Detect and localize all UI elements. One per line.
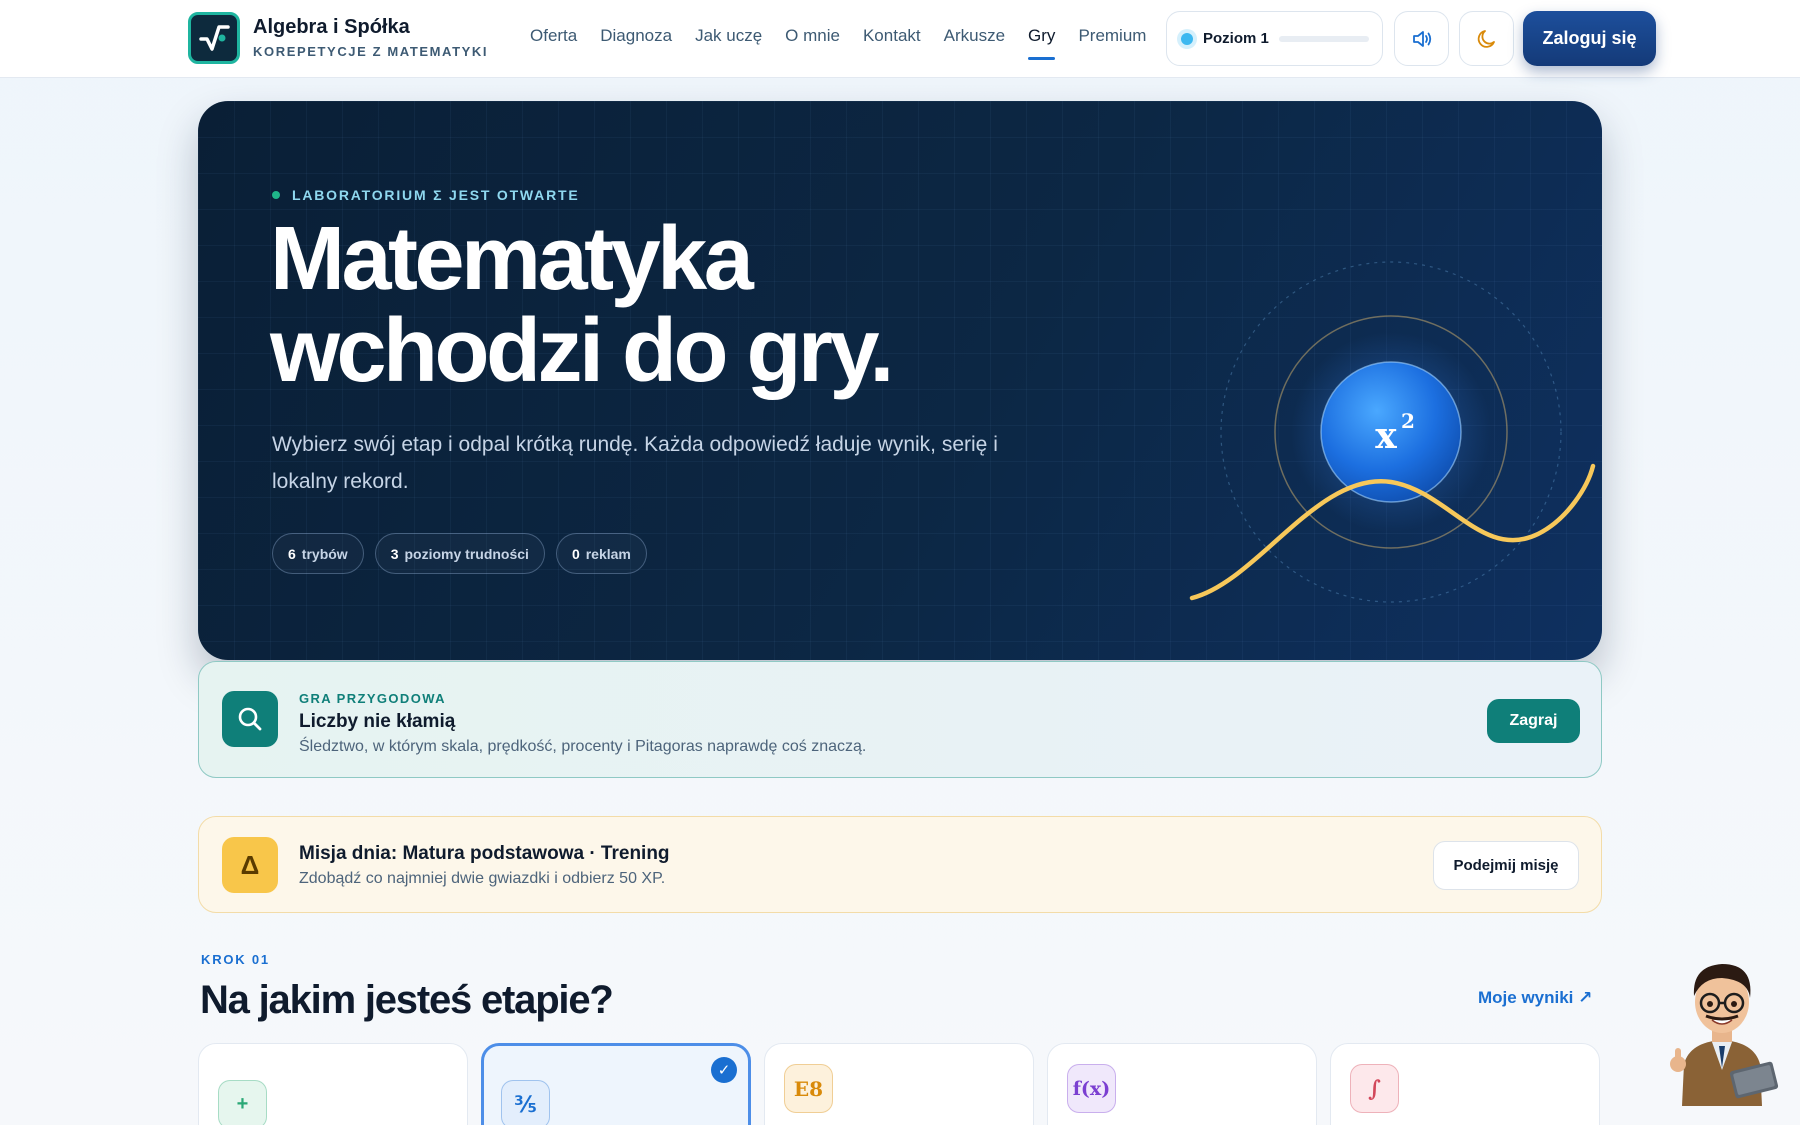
stat-number: 0 — [571, 545, 580, 562]
mission-title: Misja dnia: Matura podstawowa · Trening — [299, 843, 670, 864]
stat-label: trybów — [301, 545, 348, 562]
hero-eyebrow-text: LABORATORIUM Σ JEST OTWARTE — [292, 187, 580, 203]
accept-mission-button[interactable]: Podejmij misję — [1433, 841, 1579, 890]
exam-e8-icon: E8 — [784, 1064, 833, 1113]
search-icon — [222, 691, 278, 747]
delta-icon: Δ — [222, 837, 278, 893]
stat-pill-modes: 6 trybów — [272, 533, 364, 574]
login-button[interactable]: Zaloguj się — [1523, 11, 1656, 66]
tutor-mascot-illustration[interactable] — [1662, 946, 1788, 1106]
stat-pill-levels: 3 poziomy trudności — [374, 533, 545, 574]
hero-title-line2: wchodzi do gry. — [270, 301, 894, 401]
status-dot-icon — [272, 191, 280, 199]
plus-icon: + — [218, 1080, 267, 1125]
my-results-link[interactable]: Moje wyniki ↗ — [1478, 988, 1592, 1008]
daily-mission-card: Δ Misja dnia: Matura podstawowa · Trenin… — [198, 816, 1602, 913]
nav-item-o-mnie[interactable]: O mnie — [785, 26, 840, 60]
stat-pill-ads: 0 reklam — [555, 533, 647, 574]
dark-mode-toggle-button[interactable] — [1459, 11, 1514, 66]
level-dot-icon — [1181, 32, 1193, 45]
level-indicator[interactable]: Poziom 1 — [1166, 11, 1383, 66]
orb-exponent: 2 — [1401, 409, 1415, 433]
nav-item-gry[interactable]: Gry — [1028, 26, 1056, 60]
sound-toggle-button[interactable] — [1394, 11, 1449, 66]
nav-item-kontakt[interactable]: Kontakt — [863, 26, 921, 60]
nav-item-diagnoza[interactable]: Diagnoza — [600, 26, 672, 60]
hero-eyebrow: LABORATORIUM Σ JEST OTWARTE — [272, 187, 579, 203]
orb-symbol: x — [1375, 415, 1397, 457]
main-nav: Oferta Diagnoza Jak uczę O mnie Kontakt … — [530, 26, 1169, 60]
site-header: Algebra i Spółka KOREPETYCJE Z MATEMATYK… — [0, 0, 1800, 78]
hero-section: LABORATORIUM Σ JEST OTWARTE Matematyka w… — [198, 101, 1602, 660]
nav-item-premium[interactable]: Premium — [1078, 26, 1146, 60]
step-eyebrow: KROK 01 — [201, 952, 270, 967]
stage-card-3[interactable]: E8 — [764, 1043, 1034, 1125]
brand-name[interactable]: Algebra i Spółka — [253, 16, 410, 39]
function-icon: f(x) — [1067, 1064, 1116, 1113]
brand-tagline: KOREPETYCJE Z MATEMATYKI — [253, 44, 489, 59]
logo-icon[interactable] — [188, 12, 240, 64]
mission-description: Zdobądź co najmniej dwie gwiazdki i odbi… — [299, 870, 666, 887]
adventure-game-card: GRA PRZYGODOWA Liczby nie kłamią Śledztw… — [198, 661, 1602, 778]
nav-item-arkusze[interactable]: Arkusze — [944, 26, 1005, 60]
adventure-eyebrow: GRA PRZYGODOWA — [299, 691, 446, 706]
hero-stats: 6 trybów 3 poziomy trudności 0 reklam — [272, 533, 658, 574]
moon-icon — [1477, 29, 1495, 48]
level-progress-bar — [1278, 35, 1369, 42]
hero-orb-illustration: x 2 — [1189, 261, 1596, 603]
stat-number: 6 — [288, 545, 296, 562]
stat-number: 3 — [390, 545, 399, 562]
hero-title: Matematyka wchodzi do gry. — [270, 213, 1170, 397]
stage-card-5[interactable]: ∫ — [1330, 1043, 1600, 1125]
fraction-icon: ⅗ — [501, 1080, 550, 1125]
play-button[interactable]: Zagraj — [1487, 699, 1580, 743]
hero-title-line1: Matematyka — [270, 209, 754, 309]
stat-label: reklam — [585, 545, 631, 562]
nav-item-jak-ucze[interactable]: Jak uczę — [695, 26, 762, 60]
stage-card-4[interactable]: f(x) — [1047, 1043, 1317, 1125]
nav-item-oferta[interactable]: Oferta — [530, 26, 577, 60]
step-title: Na jakim jesteś etapie? — [200, 978, 614, 1022]
stage-card-1[interactable]: + — [198, 1043, 468, 1125]
hero-subtitle: Wybierz swój etap i odpal krótką rundę. … — [272, 433, 998, 493]
stage-card-2[interactable]: ⅗ ✓ — [481, 1043, 751, 1125]
stat-label: poziomy trudności — [404, 545, 529, 562]
adventure-description: Śledztwo, w którym skala, prędkość, proc… — [299, 738, 867, 755]
level-label: Poziom 1 — [1203, 30, 1269, 47]
speaker-icon — [1412, 30, 1431, 47]
integral-icon: ∫ — [1350, 1064, 1399, 1113]
checkmark-icon: ✓ — [711, 1057, 737, 1083]
adventure-title: Liczby nie kłamią — [299, 711, 456, 732]
